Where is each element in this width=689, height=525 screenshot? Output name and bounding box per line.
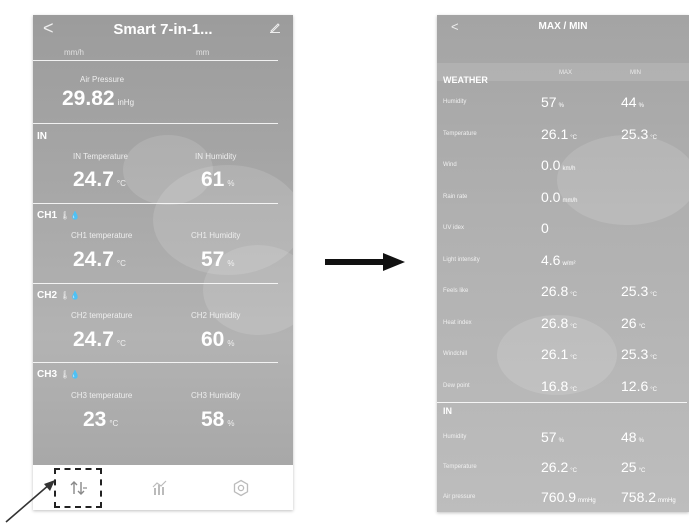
air-pressure-label: Air Pressure bbox=[80, 75, 125, 84]
divider bbox=[33, 362, 278, 363]
ch1-humidity-value: 57% bbox=[201, 248, 235, 271]
row-label: Rain rate bbox=[443, 193, 468, 200]
max-value: 0.0 mm/h bbox=[541, 188, 578, 205]
row-label: Temperature bbox=[443, 130, 477, 137]
max-value: 57% bbox=[541, 429, 564, 445]
ch3-humidity-label: CH3 Humidity bbox=[191, 391, 241, 400]
ch2-humidity-value: 60% bbox=[201, 328, 235, 351]
page-title: MAX / MIN bbox=[538, 21, 588, 32]
partial-rain-value: mm bbox=[196, 48, 210, 57]
max-column-header: MAX bbox=[559, 70, 573, 76]
section-title-ch2: CH2 🌡💧 bbox=[37, 290, 81, 301]
row-label: Humidity bbox=[443, 434, 467, 440]
thermo-humidity-icon: 🌡💧 bbox=[60, 370, 81, 379]
pointer-arrow bbox=[5, 480, 55, 523]
min-value: 25 °C bbox=[621, 459, 646, 475]
ch2-temperature-value: 24.7 °C bbox=[73, 328, 126, 351]
ch3-temperature-value: 23 °C bbox=[83, 408, 119, 431]
min-value: 25.3 °C bbox=[621, 283, 657, 299]
divider bbox=[33, 123, 278, 124]
air-pressure-value: 29.82 inHg bbox=[62, 87, 135, 110]
min-value: 12.6 °C bbox=[621, 377, 657, 394]
min-column-header: MIN bbox=[630, 70, 641, 76]
max-value: 4.6 w/m² bbox=[541, 251, 576, 268]
divider bbox=[33, 60, 278, 61]
ch1-humidity-label: CH1 Humidity bbox=[191, 231, 241, 240]
thermo-humidity-icon: 🌡💧 bbox=[60, 291, 81, 300]
max-min-screen: < MAX / MIN MAX MIN WEATHER Humidity 57% 4… bbox=[437, 15, 689, 512]
settings-icon[interactable] bbox=[229, 476, 253, 500]
bottom-nav bbox=[33, 465, 293, 510]
ch1-temperature-label: CH1 temperature bbox=[71, 231, 133, 240]
row-label: Heat index bbox=[443, 319, 472, 326]
max-value: 760.9 mmHg bbox=[541, 489, 596, 505]
min-value: 26 °C bbox=[621, 314, 646, 331]
transition-arrow bbox=[325, 253, 405, 271]
min-value: 44% bbox=[621, 94, 644, 110]
section-title-in: IN bbox=[443, 406, 452, 416]
row-label: Wind bbox=[443, 162, 457, 168]
chart-icon[interactable] bbox=[148, 476, 172, 500]
row-label: Temperature bbox=[443, 464, 477, 470]
min-value: 758.2 mmHg bbox=[621, 489, 676, 505]
row-label: UV idex bbox=[443, 225, 465, 231]
max-value: 16.8 °C bbox=[541, 377, 577, 394]
row-label: Feels like bbox=[443, 288, 469, 294]
min-value bbox=[621, 220, 623, 236]
divider bbox=[33, 203, 278, 204]
row-label: Dew point bbox=[443, 382, 470, 389]
in-temperature-value: 24.7 °C bbox=[73, 168, 126, 191]
partial-wind-value: mm/h bbox=[64, 48, 84, 57]
max-value: 0.0 km/h bbox=[541, 157, 576, 173]
min-value: 48% bbox=[621, 429, 644, 445]
in-temperature-label: IN Temperature bbox=[73, 152, 128, 161]
max-value: 0 bbox=[541, 220, 549, 236]
section-title-in: IN bbox=[37, 131, 47, 142]
background-cloud bbox=[557, 135, 689, 225]
header-bar: < Smart 7-in-1... bbox=[33, 15, 293, 45]
min-value bbox=[621, 252, 623, 268]
ch2-humidity-label: CH2 Humidity bbox=[191, 311, 241, 320]
ch3-temperature-label: CH3 temperature bbox=[71, 391, 133, 400]
in-humidity-label: IN Humidity bbox=[195, 152, 237, 161]
max-value: 57% bbox=[541, 94, 564, 110]
ch1-temperature-value: 24.7 °C bbox=[73, 248, 126, 271]
main-screen: < Smart 7-in-1... mm/h mm Air Pressure 2… bbox=[33, 15, 293, 510]
min-value: 25.3 °C bbox=[621, 346, 657, 362]
max-min-icon[interactable] bbox=[67, 476, 91, 500]
row-label: Light intensity bbox=[443, 256, 480, 263]
pencil-icon[interactable] bbox=[269, 20, 281, 37]
row-label: Windchill bbox=[443, 351, 468, 357]
max-value: 26.8 °C bbox=[541, 314, 577, 331]
in-humidity-value: 61% bbox=[201, 168, 235, 191]
min-value bbox=[621, 189, 623, 205]
page-title: Smart 7-in-1... bbox=[113, 21, 213, 38]
background-cloud bbox=[123, 135, 213, 205]
max-value: 26.2 °C bbox=[541, 459, 577, 475]
section-title-ch3: CH3 🌡💧 bbox=[37, 369, 81, 380]
section-title-ch1: CH1 🌡💧 bbox=[37, 210, 81, 221]
divider bbox=[437, 402, 687, 403]
section-title-weather: WEATHER bbox=[443, 75, 488, 85]
max-value: 26.8 °C bbox=[541, 283, 577, 299]
min-value bbox=[621, 157, 623, 173]
row-label: Humidity bbox=[443, 99, 467, 105]
min-value: 25.3 °C bbox=[621, 125, 657, 142]
divider bbox=[33, 283, 278, 284]
row-label: Air pressure bbox=[443, 494, 476, 500]
thermo-humidity-icon: 🌡💧 bbox=[60, 211, 81, 220]
max-value: 26.1 °C bbox=[541, 125, 577, 142]
ch3-humidity-value: 58% bbox=[201, 408, 235, 431]
ch2-temperature-label: CH2 temperature bbox=[71, 311, 133, 320]
max-value: 26.1 °C bbox=[541, 346, 577, 362]
